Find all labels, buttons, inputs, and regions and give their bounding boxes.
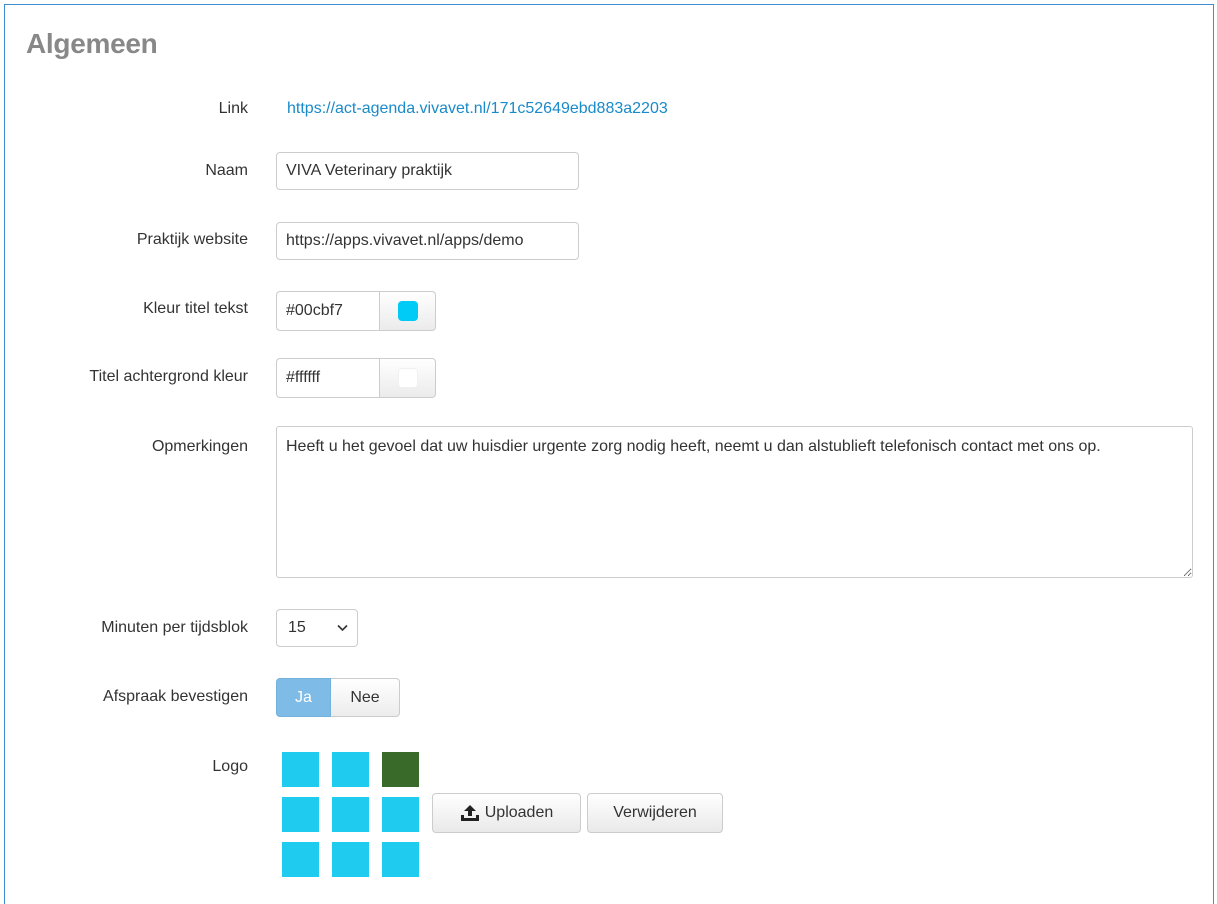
naam-input[interactable] — [276, 152, 579, 190]
title-bg-color-swatch — [397, 368, 418, 388]
link-label: Link — [218, 100, 248, 117]
remove-button-label: Verwijderen — [613, 804, 697, 821]
title-bg-color-input[interactable] — [276, 358, 379, 398]
minutes-select[interactable]: 15 — [276, 609, 358, 647]
upload-button-label: Uploaden — [484, 804, 554, 821]
confirm-yes-option[interactable]: Ja — [276, 678, 331, 717]
title-bg-color-group — [276, 358, 436, 398]
title-color-label: Kleur titel tekst — [143, 300, 248, 317]
logo-image — [282, 752, 419, 878]
upload-button[interactable]: Uploaden — [432, 793, 581, 833]
confirm-no-option[interactable]: Nee — [331, 678, 400, 717]
confirm-label: Afspraak bevestigen — [103, 688, 248, 705]
confirm-toggle: Ja Nee — [276, 678, 400, 717]
title-color-swatch — [397, 301, 418, 321]
agenda-link[interactable]: https://act-agenda.vivavet.nl/171c52649e… — [287, 100, 668, 118]
website-input[interactable] — [276, 222, 579, 260]
remarks-label: Opmerkingen — [151, 438, 248, 455]
chevron-down-icon — [337, 624, 348, 632]
minutes-label: Minuten per tijdsblok — [101, 619, 248, 636]
upload-icon — [460, 805, 479, 821]
title-bg-color-picker-button[interactable] — [379, 358, 436, 398]
title-color-picker-button[interactable] — [379, 291, 436, 331]
minutes-selected-value: 15 — [288, 619, 306, 636]
website-label: Praktijk website — [136, 231, 248, 248]
section-title: Algemeen — [26, 28, 158, 59]
naam-label: Naam — [205, 162, 248, 179]
logo-label: Logo — [212, 758, 248, 775]
remarks-textarea[interactable]: Heeft u het gevoel dat uw huisdier urgen… — [276, 426, 1193, 578]
title-color-group — [276, 291, 436, 331]
title-bg-color-label: Titel achtergrond kleur — [89, 368, 248, 385]
title-color-input[interactable] — [276, 291, 379, 331]
remove-button[interactable]: Verwijderen — [587, 793, 723, 833]
